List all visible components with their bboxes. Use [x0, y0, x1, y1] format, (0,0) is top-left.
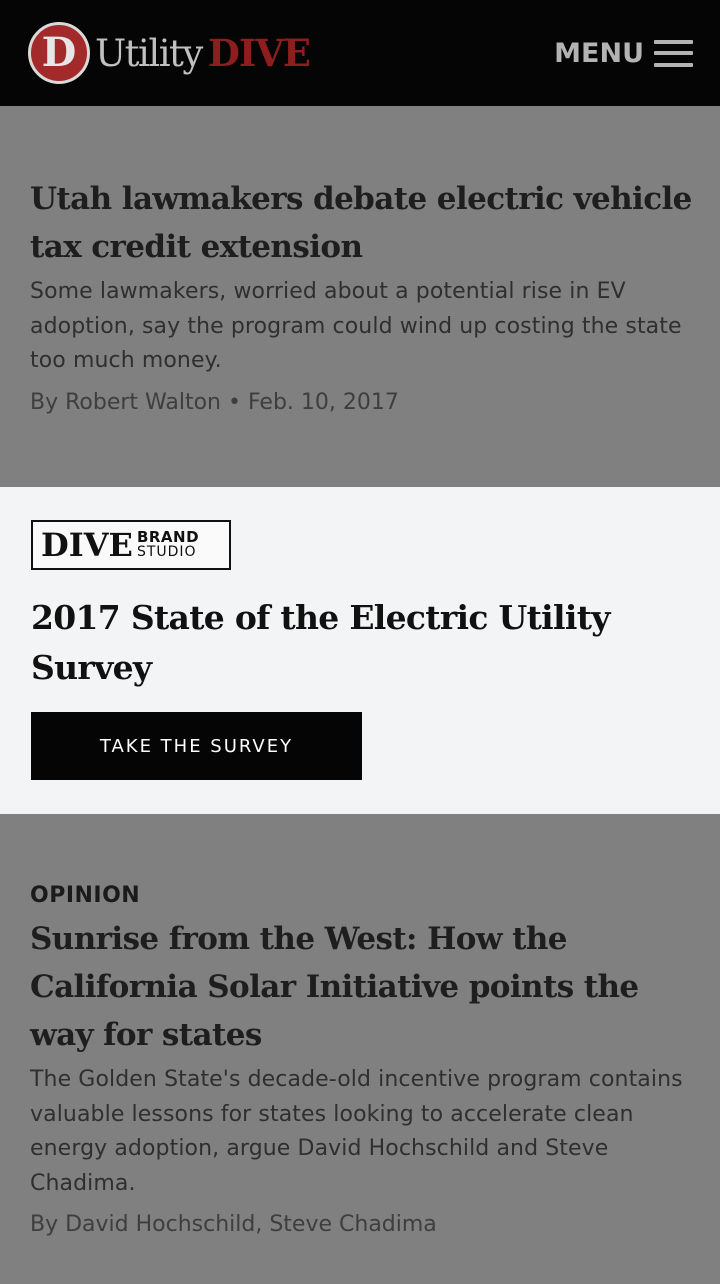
site-header: D Utility DIVE MENU — [0, 0, 720, 106]
take-survey-button[interactable]: TAKE THE SURVEY — [31, 712, 362, 780]
article-card-sunrise[interactable]: OPINION Sunrise from the West: How the C… — [30, 881, 692, 1242]
article-headline[interactable]: Utah lawmakers debate electric vehicle t… — [30, 175, 692, 271]
hamburger-icon — [654, 39, 693, 67]
menu-button[interactable]: MENU — [554, 38, 693, 69]
opinion-label: OPINION — [30, 883, 141, 908]
utility-dive-logo[interactable]: D Utility DIVE — [28, 22, 311, 84]
brand-line-brand: BRAND — [136, 528, 200, 546]
article-byline: By David Hochschild, Steve Chadima — [30, 1212, 437, 1237]
logo-word-dive: DIVE — [207, 31, 311, 75]
logo-d-badge-icon: D — [28, 22, 90, 84]
article-dek: The Golden State's decade-old incentive … — [30, 1067, 683, 1196]
dive-brand-studio-logo: DIVE BRAND STUDIO — [31, 520, 231, 570]
promo-title[interactable]: 2017 State of the Electric Utility Surve… — [31, 593, 671, 693]
article-byline: By Robert Walton • Feb. 10, 2017 — [30, 389, 399, 415]
article-card-utah[interactable]: Utah lawmakers debate electric vehicle t… — [30, 175, 692, 420]
logo-word-utility: Utility — [95, 31, 203, 75]
article-headline[interactable]: Sunrise from the West: How the Californi… — [30, 915, 692, 1059]
brand-dive-text: DIVE — [41, 526, 133, 564]
article-dek: Some lawmakers, worried about a potentia… — [30, 279, 682, 373]
brand-studio-promo: DIVE BRAND STUDIO 2017 State of the Elec… — [0, 487, 720, 814]
menu-label: MENU — [554, 37, 644, 69]
brand-line-studio: STUDIO — [136, 544, 197, 560]
